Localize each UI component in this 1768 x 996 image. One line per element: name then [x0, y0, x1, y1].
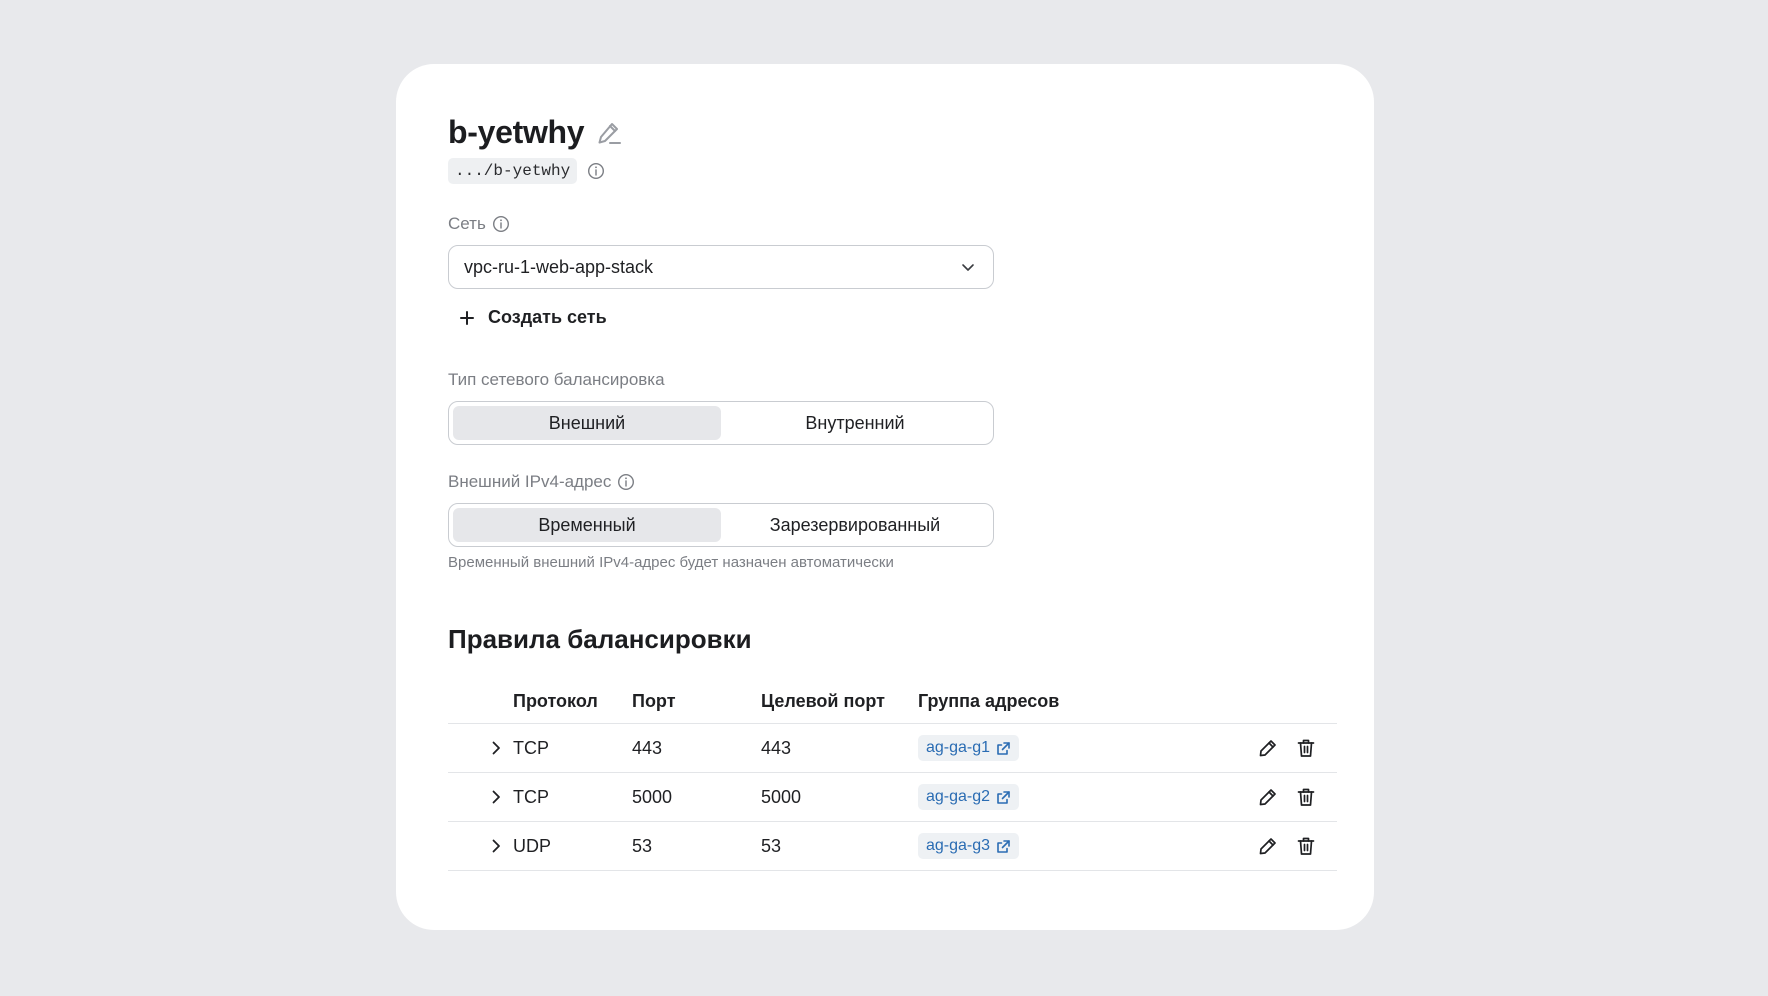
- address-group-name: ag-ga-g2: [926, 788, 991, 805]
- address-group-link[interactable]: ag-ga-g1: [918, 735, 1020, 761]
- ipv4-temporary-option[interactable]: Временный: [453, 508, 721, 542]
- chevron-right-icon[interactable]: [486, 787, 506, 807]
- title-row: b-yetwhy: [448, 114, 624, 151]
- rules-table-header: Протокол Порт Целевой порт Группа адресо…: [448, 679, 1337, 724]
- trash-icon[interactable]: [1295, 835, 1317, 857]
- chevron-down-icon: [959, 258, 977, 276]
- resource-path-row: .../b-yetwhy: [448, 158, 605, 184]
- balancer-type-label-row: Тип сетевого балансировка: [448, 370, 665, 390]
- trash-icon[interactable]: [1295, 786, 1317, 808]
- external-link-icon: [996, 741, 1011, 756]
- cell-target-port: 53: [761, 835, 782, 856]
- chevron-right-icon[interactable]: [486, 836, 506, 856]
- cell-port: 53: [632, 835, 653, 856]
- cell-protocol: TCP: [513, 737, 549, 758]
- pencil-icon[interactable]: [1257, 737, 1279, 759]
- rules-section-title: Правила балансировки: [448, 624, 752, 654]
- pencil-icon[interactable]: [1257, 835, 1279, 857]
- table-row: TCP 443 443 ag-ga-g1: [448, 724, 1337, 773]
- row-actions: [1218, 737, 1337, 759]
- info-icon[interactable]: [492, 215, 510, 233]
- balancer-settings-card: b-yetwhy .../b-yetwhy Сеть vpc-ru-1-web-…: [396, 64, 1374, 930]
- network-select-value: vpc-ru-1-web-app-stack: [464, 256, 654, 277]
- cell-target-port: 443: [761, 737, 792, 758]
- ipv4-hint: Временный внешний IPv4-адрес будет назна…: [448, 554, 894, 571]
- external-link-icon: [996, 790, 1011, 805]
- row-actions: [1218, 835, 1337, 857]
- balancer-type-external-option[interactable]: Внешний: [453, 406, 721, 440]
- trash-icon[interactable]: [1295, 737, 1317, 759]
- table-row: UDP 53 53 ag-ga-g3: [448, 822, 1337, 871]
- cell-protocol: TCP: [513, 786, 549, 807]
- chevron-right-icon[interactable]: [486, 738, 506, 758]
- external-link-icon: [996, 839, 1011, 854]
- cell-port: 5000: [632, 786, 673, 807]
- cell-target-port: 5000: [761, 786, 802, 807]
- ipv4-label: Внешний IPv4-адрес: [448, 472, 612, 491]
- address-group-name: ag-ga-g1: [926, 739, 991, 756]
- header-protocol: Протокол: [513, 690, 598, 711]
- balancer-type-segmented: Внешний Внутренний: [448, 401, 994, 445]
- pencil-edit-icon[interactable]: [594, 118, 624, 148]
- row-actions: [1218, 786, 1337, 808]
- ipv4-reserved-option[interactable]: Зарезервированный: [721, 508, 989, 542]
- cell-port: 443: [632, 737, 663, 758]
- table-row: TCP 5000 5000 ag-ga-g2: [448, 773, 1337, 822]
- address-group-name: ag-ga-g3: [926, 837, 991, 854]
- pencil-icon[interactable]: [1257, 786, 1279, 808]
- ipv4-segmented: Временный Зарезервированный: [448, 503, 994, 547]
- header-address-group: Группа адресов: [918, 690, 1060, 711]
- create-network-label: Создать сеть: [488, 307, 607, 327]
- info-icon[interactable]: [587, 162, 605, 180]
- header-port: Порт: [632, 690, 676, 711]
- row-expand: [448, 738, 513, 758]
- info-icon[interactable]: [617, 473, 635, 491]
- rules-table: Протокол Порт Целевой порт Группа адресо…: [448, 679, 1337, 871]
- address-group-link[interactable]: ag-ga-g3: [918, 833, 1020, 859]
- resource-path: .../b-yetwhy: [448, 158, 578, 184]
- cell-address-group: ag-ga-g3: [918, 833, 1218, 859]
- balancer-type-internal-option[interactable]: Внутренний: [721, 406, 989, 440]
- create-network-button[interactable]: Создать сеть: [458, 307, 607, 328]
- cell-address-group: ag-ga-g1: [918, 735, 1218, 761]
- cell-address-group: ag-ga-g2: [918, 784, 1218, 810]
- balancer-type-label: Тип сетевого балансировка: [448, 370, 665, 389]
- ipv4-label-row: Внешний IPv4-адрес: [448, 472, 635, 492]
- row-expand: [448, 787, 513, 807]
- plus-icon: [458, 309, 476, 327]
- page-title: b-yetwhy: [448, 114, 585, 150]
- network-label: Сеть: [448, 214, 486, 233]
- row-expand: [448, 836, 513, 856]
- cell-protocol: UDP: [513, 835, 552, 856]
- network-label-row: Сеть: [448, 214, 510, 234]
- network-select[interactable]: vpc-ru-1-web-app-stack: [448, 245, 994, 289]
- address-group-link[interactable]: ag-ga-g2: [918, 784, 1020, 810]
- header-target-port: Целевой порт: [761, 690, 885, 711]
